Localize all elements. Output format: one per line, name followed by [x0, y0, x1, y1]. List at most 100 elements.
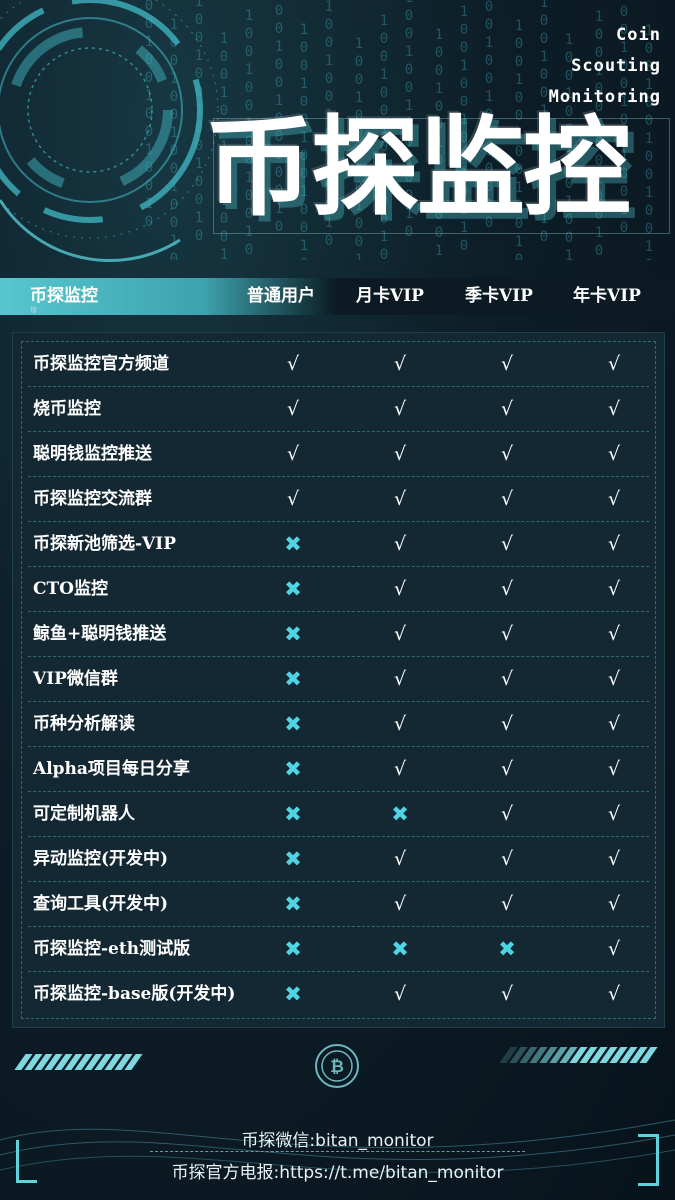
check-icon: √ — [607, 893, 621, 915]
check-icon: √ — [607, 623, 621, 645]
table-header: 币探监控 普通用户 月卡VIP 季卡VIP 年卡VIP — [0, 278, 675, 315]
check-icon: √ — [500, 713, 514, 735]
cross-icon: ✖ — [391, 802, 409, 826]
check-icon: √ — [393, 893, 407, 915]
feature-label: 可定制机器人 — [33, 804, 135, 824]
footer-telegram: 币探官方电报:https://t.me/bitan_monitor — [171, 1163, 504, 1183]
check-icon: √ — [393, 668, 407, 690]
table-row: Alpha项目每日分享 ✖ √ √ √ — [22, 747, 655, 792]
check-icon: √ — [607, 983, 621, 1005]
check-icon: √ — [500, 983, 514, 1005]
table-row: 币探新池筛选-VIP ✖ √ √ √ — [22, 522, 655, 567]
feature-label: 币种分析解读 — [33, 714, 135, 734]
cross-icon: ✖ — [391, 937, 409, 961]
cross-icon: ✖ — [284, 802, 302, 826]
cross-icon: ✖ — [284, 712, 302, 736]
header-feature-column: 币探监控 — [30, 286, 98, 306]
check-icon: √ — [607, 533, 621, 555]
check-icon: √ — [393, 398, 407, 420]
feature-label: 币探新池筛选-VIP — [33, 534, 176, 554]
footer-wechat: 币探微信:bitan_monitor — [241, 1131, 434, 1151]
check-icon: √ — [500, 893, 514, 915]
check-icon: √ — [500, 623, 514, 645]
cross-icon: ✖ — [284, 982, 302, 1006]
cross-icon: ✖ — [284, 577, 302, 601]
table-row: 烧币监控 √ √ √ √ — [22, 387, 655, 432]
feature-label: 鲸鱼+聪明钱推送 — [33, 624, 167, 644]
feature-label: 币探监控官方频道 — [33, 354, 169, 374]
table-row: 异动监控(开发中) ✖ √ √ √ — [22, 837, 655, 882]
table-row: 币探监控官方频道 √ √ √ √ — [22, 342, 655, 387]
table-row: 聪明钱监控推送 √ √ √ √ — [22, 432, 655, 477]
table-row: 鲸鱼+聪明钱推送 ✖ √ √ √ — [22, 612, 655, 657]
check-icon: √ — [286, 398, 300, 420]
check-icon: √ — [607, 758, 621, 780]
check-icon: √ — [393, 713, 407, 735]
poster: 10010010010010 10010010010010 100100100100… — [0, 0, 675, 1200]
check-icon: √ — [500, 578, 514, 600]
feature-table: 币探监控官方频道 √ √ √ √ 烧币监控 √ √ √ √ 聪明钱监控推送 √ √ √ √ 币探监控交流群 √ √… — [12, 332, 665, 1028]
feature-rows: 币探监控官方频道 √ √ √ √ 烧币监控 √ √ √ √ 聪明钱监控推送 √ √ √ √ 币探监控交流群 √ √… — [21, 341, 656, 1019]
cross-icon: ✖ — [284, 757, 302, 781]
check-icon: √ — [500, 398, 514, 420]
check-icon: √ — [607, 578, 621, 600]
check-icon: √ — [393, 533, 407, 555]
cross-icon: ✖ — [284, 937, 302, 961]
header-tier-quarterly: 季卡VIP — [465, 286, 533, 306]
tagline-line: Coin — [616, 25, 661, 45]
check-icon: √ — [393, 488, 407, 510]
check-icon: √ — [607, 938, 621, 960]
cross-icon: ✖ — [284, 532, 302, 556]
table-row: 查询工具(开发中) ✖ √ √ √ — [22, 882, 655, 927]
cross-icon: ✖ — [498, 937, 516, 961]
check-icon: √ — [607, 848, 621, 870]
feature-label: 异动监控(开发中) — [33, 849, 169, 869]
hud-circle-decoration — [0, 0, 219, 263]
coin-scouting-monitoring-tagline: Coin Scouting Monitoring — [549, 20, 661, 113]
footer-divider — [150, 1151, 525, 1152]
cross-icon: ✖ — [284, 847, 302, 871]
table-row: 币探监控-eth测试版 ✖ ✖ ✖ √ — [22, 927, 655, 972]
tagline-line: Scouting — [571, 56, 661, 76]
check-icon: √ — [500, 668, 514, 690]
feature-label: VIP微信群 — [33, 669, 118, 689]
feature-label: 聪明钱监控推送 — [33, 444, 152, 464]
feature-label: 烧币监控 — [33, 399, 101, 419]
cross-icon: ✖ — [284, 892, 302, 916]
check-icon: √ — [607, 803, 621, 825]
check-icon: √ — [607, 443, 621, 465]
check-icon: √ — [393, 623, 407, 645]
cross-icon: ✖ — [284, 667, 302, 691]
check-icon: √ — [393, 758, 407, 780]
check-icon: √ — [393, 578, 407, 600]
check-icon: √ — [393, 353, 407, 375]
check-icon: √ — [500, 488, 514, 510]
feature-label: Alpha项目每日分享 — [33, 759, 190, 779]
table-row: 可定制机器人 ✖ ✖ √ √ — [22, 792, 655, 837]
check-icon: √ — [500, 758, 514, 780]
check-icon: √ — [393, 983, 407, 1005]
check-icon: √ — [500, 848, 514, 870]
feature-label: 币探监控-base版(开发中) — [33, 984, 236, 1004]
check-icon: √ — [607, 713, 621, 735]
check-icon: √ — [607, 488, 621, 510]
table-row: 币探监控-base版(开发中) ✖ √ √ √ — [22, 972, 655, 1017]
feature-label: 查询工具(开发中) — [33, 894, 169, 914]
table-row: CTO监控 ✖ √ √ √ — [22, 567, 655, 612]
table-row: 币种分析解读 ✖ √ √ √ — [22, 702, 655, 747]
header-tier-yearly: 年卡VIP — [573, 286, 641, 306]
check-icon: √ — [500, 803, 514, 825]
check-icon: √ — [607, 668, 621, 690]
check-icon: √ — [500, 533, 514, 555]
poster-title: 币探监控 — [205, 105, 631, 231]
check-icon: √ — [607, 398, 621, 420]
feature-label: 币探监控-eth测试版 — [33, 939, 191, 959]
table-row: VIP微信群 ✖ √ √ √ — [22, 657, 655, 702]
check-icon: √ — [286, 353, 300, 375]
check-icon: √ — [393, 443, 407, 465]
check-icon: √ — [500, 443, 514, 465]
header-sub-mark: 增 — [30, 306, 37, 314]
check-icon: √ — [286, 443, 300, 465]
check-icon: √ — [286, 488, 300, 510]
check-icon: √ — [500, 353, 514, 375]
